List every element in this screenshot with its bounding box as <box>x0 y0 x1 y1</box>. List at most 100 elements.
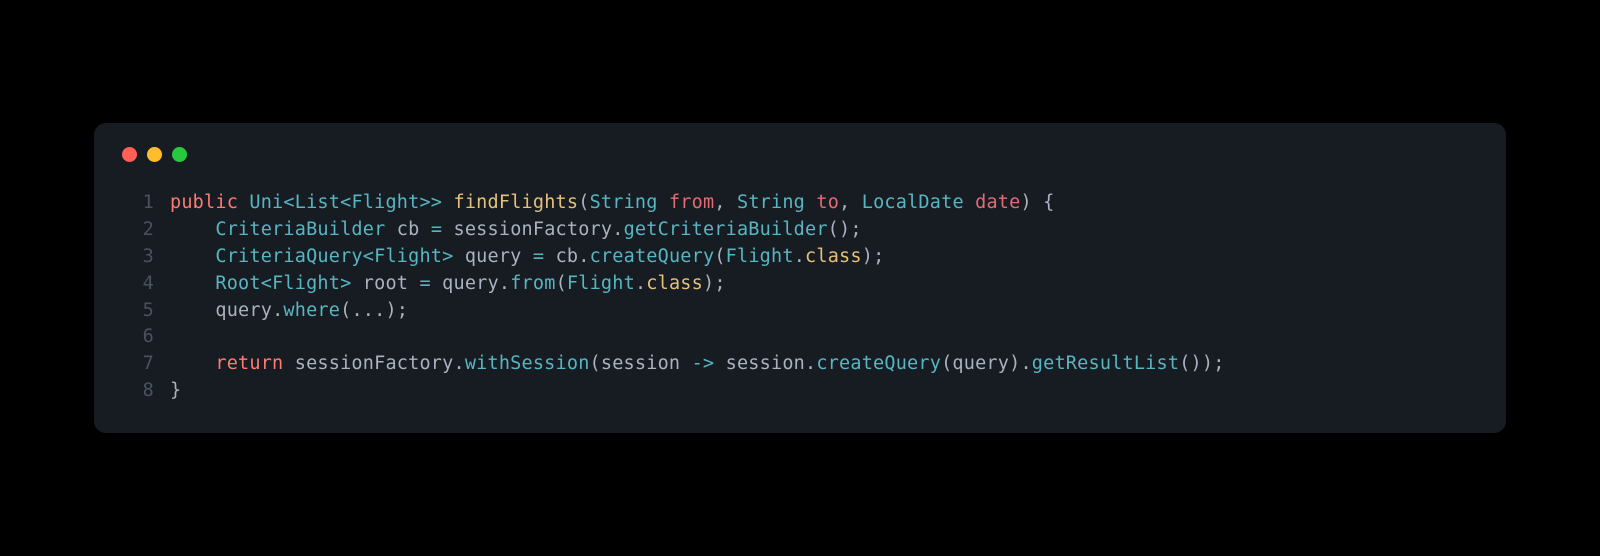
code-token: < <box>363 246 374 267</box>
code-token: = <box>431 219 442 240</box>
code-token: Flight <box>726 246 794 267</box>
code-token: Uni <box>249 192 283 213</box>
code-token: query <box>465 246 522 267</box>
code-token: ); <box>862 246 885 267</box>
minimize-dot-icon[interactable] <box>147 147 162 162</box>
code-token: . <box>794 246 805 267</box>
code-token: sessionFactory <box>454 219 613 240</box>
code-token: query <box>442 273 499 294</box>
code-token: public <box>170 192 238 213</box>
code-token: class <box>646 273 703 294</box>
code-token: query <box>952 353 1009 374</box>
code-token: . <box>635 273 646 294</box>
code-token: findFlights <box>454 192 579 213</box>
line-content: Root<Flight> root = query.from(Flight.cl… <box>170 271 726 298</box>
code-token: >> <box>419 192 442 213</box>
line-number: 4 <box>122 271 154 298</box>
code-token <box>453 246 464 267</box>
code-token: ()); <box>1179 353 1224 374</box>
code-token: date <box>975 192 1020 213</box>
code-token: , <box>839 192 862 213</box>
line-number: 3 <box>122 244 154 271</box>
code-token <box>170 246 215 267</box>
line-number: 6 <box>122 324 154 351</box>
line-number: 8 <box>122 378 154 405</box>
code-token: . <box>612 219 623 240</box>
code-token: ). <box>1009 353 1032 374</box>
code-token: session <box>726 353 805 374</box>
code-token: createQuery <box>590 246 715 267</box>
code-token <box>442 219 453 240</box>
code-token: withSession <box>465 353 590 374</box>
code-token: < <box>261 273 272 294</box>
code-token: ) { <box>1020 192 1054 213</box>
maximize-dot-icon[interactable] <box>172 147 187 162</box>
line-number: 1 <box>122 190 154 217</box>
code-line: 6 <box>122 324 1478 351</box>
code-token: Root <box>215 273 260 294</box>
code-token: (...); <box>340 300 408 321</box>
code-token: getCriteriaBuilder <box>624 219 828 240</box>
code-line: 3 CriteriaQuery<Flight> query = cb.creat… <box>122 244 1478 271</box>
code-token <box>544 246 555 267</box>
code-window: 1public Uni<List<Flight>> findFlights(St… <box>94 123 1506 433</box>
code-token: sessionFactory <box>295 353 454 374</box>
code-token: > <box>442 246 453 267</box>
line-content: public Uni<List<Flight>> findFlights(Str… <box>170 190 1055 217</box>
code-token: where <box>283 300 340 321</box>
code-token: -> <box>692 353 715 374</box>
code-token: CriteriaQuery <box>215 246 362 267</box>
line-number: 2 <box>122 217 154 244</box>
line-content: } <box>170 378 181 405</box>
code-token <box>385 219 396 240</box>
window-titlebar <box>122 147 1478 162</box>
line-content: return sessionFactory.withSession(sessio… <box>170 351 1225 378</box>
code-token <box>170 300 215 321</box>
code-line: 7 return sessionFactory.withSession(sess… <box>122 351 1478 378</box>
code-token: , <box>714 192 737 213</box>
code-token: List <box>295 192 340 213</box>
code-token: < <box>340 192 351 213</box>
code-token: . <box>499 273 510 294</box>
code-line: 4 Root<Flight> root = query.from(Flight.… <box>122 271 1478 298</box>
code-token: = <box>533 246 544 267</box>
code-token: ( <box>714 246 725 267</box>
code-token: (); <box>828 219 862 240</box>
code-line: 8} <box>122 378 1478 405</box>
line-content: CriteriaQuery<Flight> query = cb.createQ… <box>170 244 884 271</box>
code-token <box>170 273 215 294</box>
line-number: 5 <box>122 298 154 325</box>
code-token: getResultList <box>1032 353 1179 374</box>
code-token <box>442 192 453 213</box>
line-content: CriteriaBuilder cb = sessionFactory.getC… <box>170 217 862 244</box>
code-token: Flight <box>567 273 635 294</box>
code-token <box>658 192 669 213</box>
code-token <box>805 192 816 213</box>
code-token: session <box>601 353 680 374</box>
code-token: cb <box>397 219 420 240</box>
code-token <box>714 353 725 374</box>
code-token: cb <box>556 246 579 267</box>
code-token: to <box>816 192 839 213</box>
code-token <box>680 353 691 374</box>
code-token: CriteriaBuilder <box>215 219 385 240</box>
code-token: LocalDate <box>862 192 964 213</box>
code-token: query <box>215 300 272 321</box>
close-dot-icon[interactable] <box>122 147 137 162</box>
code-token: ( <box>941 353 952 374</box>
code-token: String <box>737 192 805 213</box>
code-line: 2 CriteriaBuilder cb = sessionFactory.ge… <box>122 217 1478 244</box>
code-token: root <box>363 273 408 294</box>
code-line: 1 public Uni<List<Flight>> findFlights(St… <box>122 190 1478 217</box>
code-token: Flight <box>351 192 419 213</box>
code-token <box>522 246 533 267</box>
code-token: . <box>578 246 589 267</box>
code-token: createQuery <box>816 353 941 374</box>
line-number: 7 <box>122 351 154 378</box>
code-token: Flight <box>272 273 340 294</box>
code-token <box>431 273 442 294</box>
code-token: . <box>272 300 283 321</box>
code-token: < <box>283 192 294 213</box>
code-token <box>170 219 215 240</box>
code-token: > <box>340 273 351 294</box>
